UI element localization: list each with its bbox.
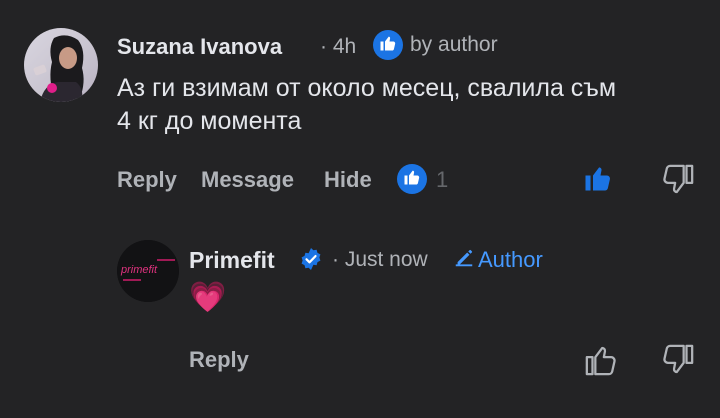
pencil-icon [453, 247, 475, 274]
thumbs-up-icon [403, 168, 421, 191]
thumbs-down-icon [661, 344, 695, 381]
thumbs-up-icon [584, 346, 618, 381]
verified-badge-icon [299, 247, 323, 276]
reply-timestamp[interactable]: · Just now [332, 248, 428, 272]
like-button[interactable] [584, 343, 618, 382]
comment-text-line1: Аз ги взимам от около месец, свалила съм [117, 74, 617, 102]
dislike-button[interactable] [661, 343, 695, 382]
reaction-badge[interactable] [397, 164, 427, 194]
like-button[interactable] [583, 163, 613, 198]
reply-button[interactable]: Reply [117, 167, 177, 193]
reply-author-name[interactable]: Primefit [189, 247, 275, 274]
thumbs-up-icon [583, 167, 613, 197]
thumbs-up-icon [379, 34, 397, 57]
comment-text-line2: 4 кг до момента [117, 107, 302, 135]
comment-timestamp[interactable]: · 4h [320, 35, 356, 59]
liked-by-author-label: by author [410, 33, 498, 56]
comment-author-name[interactable]: Suzana Ivanova [117, 34, 282, 60]
message-button[interactable]: Message [201, 167, 294, 193]
reply-text: 💗 [189, 281, 227, 314]
primefit-logo-text: primefit [121, 264, 158, 276]
like-count: 1 [436, 167, 449, 192]
page-avatar[interactable]: primefit [117, 240, 179, 302]
author-like-badge [373, 30, 403, 60]
reply-to-reply-button[interactable]: Reply [189, 347, 249, 373]
dislike-button[interactable] [661, 163, 695, 202]
author-badge: Author [478, 247, 543, 272]
hide-button[interactable]: Hide [324, 167, 372, 193]
avatar[interactable] [24, 28, 98, 102]
thumbs-down-icon [661, 164, 695, 201]
